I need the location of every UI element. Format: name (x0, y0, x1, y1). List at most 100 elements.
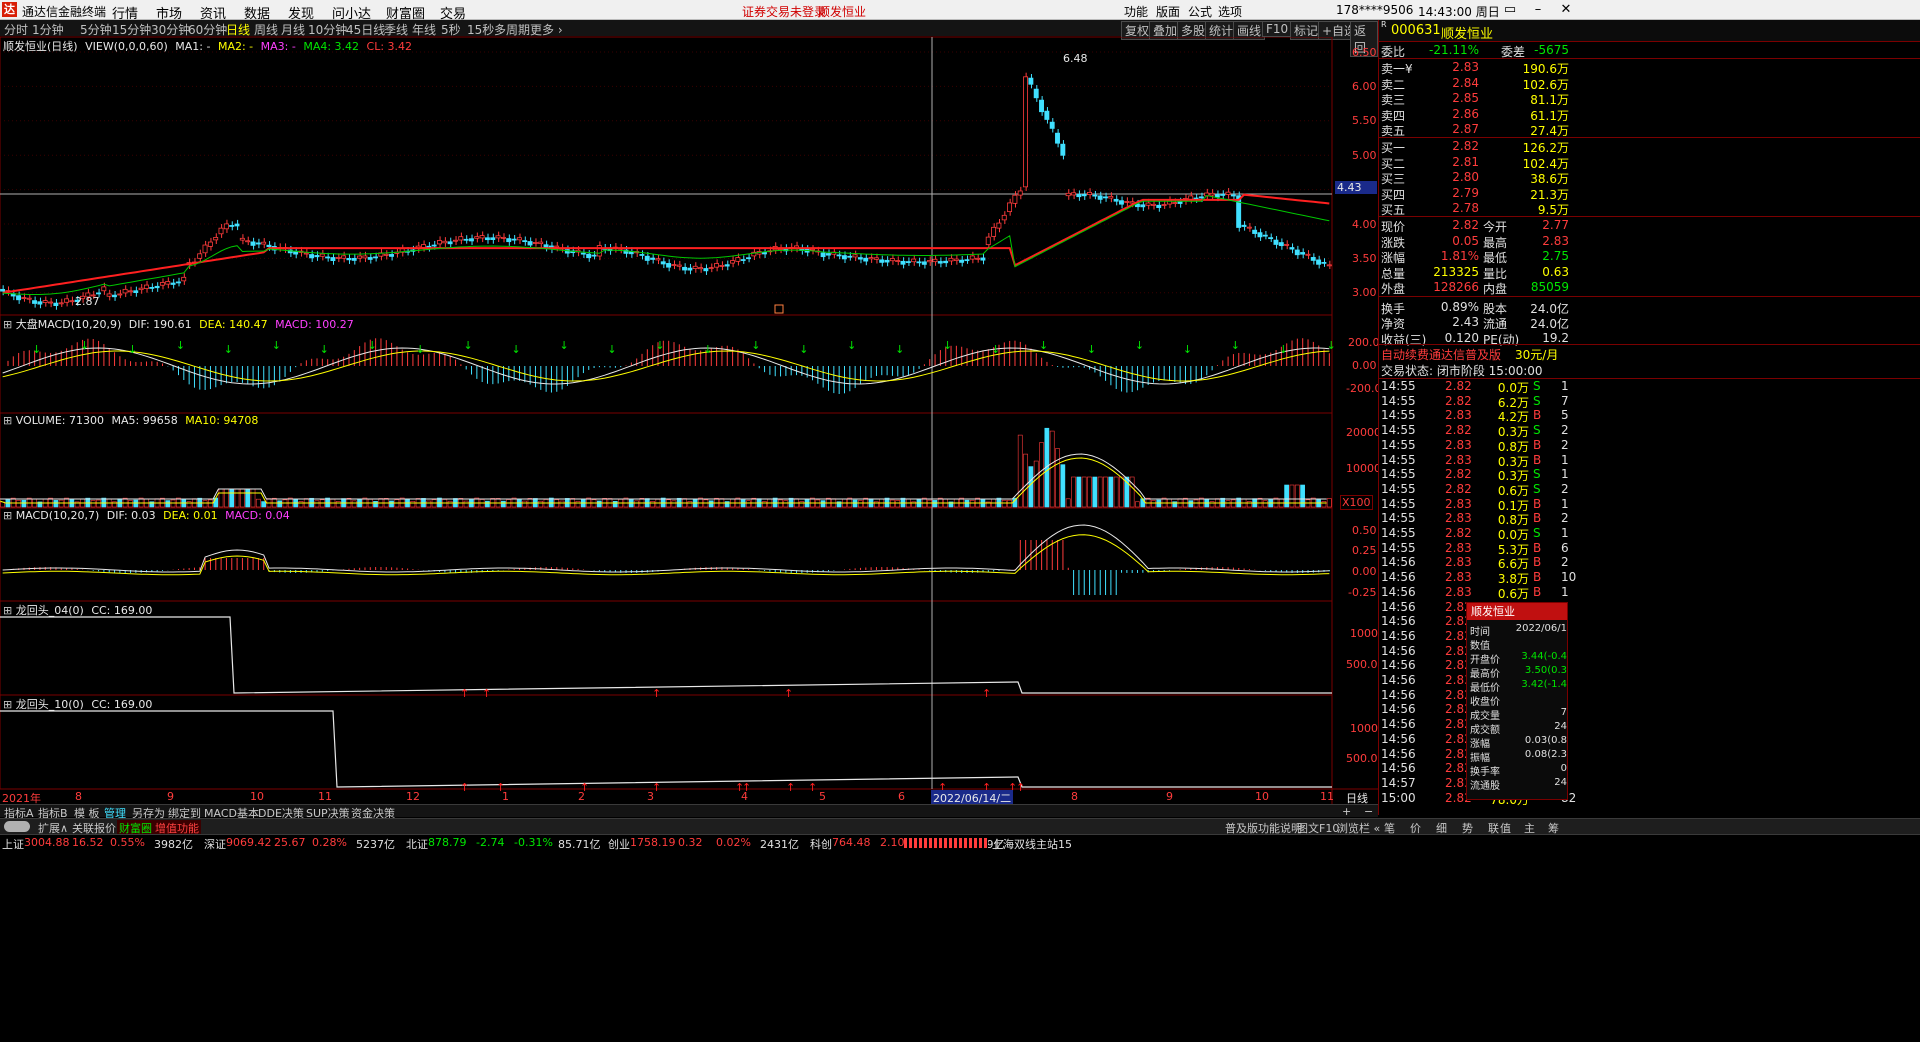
tick-row-cell: 1 (1561, 452, 1569, 467)
period-year[interactable]: 年线 (412, 21, 436, 38)
period-15sec[interactable]: 15秒 (467, 21, 494, 38)
candle-body (1326, 264, 1332, 267)
period-weekly[interactable]: 周线 (254, 21, 278, 38)
zoom-out-icon[interactable]: − (1364, 805, 1373, 818)
period-5sec[interactable]: 5秒 (441, 21, 461, 38)
candle-body (969, 255, 975, 260)
sell-arrow-icon: ↓ (368, 339, 377, 352)
f10-button[interactable]: F10 (1262, 21, 1293, 37)
candle-body (714, 263, 719, 268)
ask-row-cell: 卖四 (1381, 108, 1406, 123)
candle-body (330, 257, 336, 262)
candle-body (490, 237, 496, 240)
stat-row-cell: 19.2 (1542, 330, 1569, 345)
popup-row-label: 最低价 (1470, 683, 1500, 694)
popup-row-label: 流通股 (1470, 781, 1500, 792)
ma3-label: MA3: - (260, 40, 296, 53)
tick-row-cell: B (1533, 408, 1542, 423)
period-daily[interactable]: 日线 (226, 21, 250, 38)
popup-row: 涨幅 0.03(0.8 (1467, 735, 1569, 750)
candle-body (175, 281, 181, 284)
candle-body (538, 241, 544, 245)
candle-body (468, 238, 474, 242)
tick-row-cell: 2.83 (1445, 540, 1472, 555)
period-60min[interactable]: 60分钟 (188, 21, 227, 38)
close-icon[interactable]: ✕ (1552, 1, 1580, 19)
period-more[interactable]: 更多 › (530, 21, 563, 38)
account-id[interactable]: 178****9506 (1336, 3, 1413, 17)
tick-row-cell: 15:00 (1381, 790, 1416, 805)
candle-body (554, 245, 560, 248)
period-15min[interactable]: 15分钟 (112, 21, 151, 38)
ask-row: 卖二 2.84 102.6万 (1379, 76, 1920, 92)
period-10min[interactable]: 10分钟 (308, 21, 347, 38)
stat-row-cell: 今开 (1483, 220, 1508, 234)
tick-row-cell: 14:56 (1381, 761, 1416, 776)
tick-row-cell: S (1533, 393, 1541, 408)
tick-row-cell: 14:56 (1381, 628, 1416, 643)
period-multi[interactable]: 多周期 (494, 21, 530, 38)
volume-bar (895, 500, 901, 508)
tick-row-cell: 2.82 (1445, 481, 1472, 496)
candle-body (474, 236, 480, 239)
menu-banmian[interactable]: 版面 (1156, 3, 1180, 20)
tick-row-cell: 1 (1561, 379, 1569, 393)
candle-body (591, 254, 597, 257)
toggle-switch[interactable] (4, 821, 30, 832)
tick-row: 14:55 2.82 0.3万 S 2 (1379, 423, 1920, 439)
candle-body (1055, 132, 1060, 144)
candle-body (500, 236, 506, 239)
volume-bar (634, 500, 639, 508)
lht4-icon: ⊞ (3, 604, 13, 617)
bid-row-cell: 2.80 (1452, 170, 1479, 184)
lht4-arrow-icon: ↑ (460, 687, 469, 700)
stat-row-cell: 换手 (1381, 301, 1406, 316)
restore-icon[interactable]: ▭ (1496, 1, 1524, 19)
minimize-icon[interactable]: – (1524, 1, 1552, 19)
tick-row: 14:56 2.82 (1379, 761, 1920, 777)
period-30min[interactable]: 30分钟 (151, 21, 190, 38)
period-fenshi[interactable]: 分时 (4, 21, 28, 38)
candle-body (511, 238, 517, 241)
candle-body (463, 238, 469, 241)
period-5min[interactable]: 5分钟 (80, 21, 112, 38)
tick-row-cell: 2.82 (1445, 379, 1472, 393)
candle-body (1028, 77, 1034, 85)
volume-bar (250, 488, 256, 508)
zoom-in-icon[interactable]: + (1342, 805, 1351, 818)
period-1min[interactable]: 1分钟 (32, 21, 64, 38)
menu-gongshi[interactable]: 公式 (1188, 3, 1212, 20)
x-label: 8 (75, 790, 82, 803)
index-2-cell: 北证 (406, 838, 428, 851)
macd-dif: DIF: 0.03 (106, 509, 156, 522)
candle-body (847, 255, 853, 258)
sell-arrow-icon: ↓ (416, 343, 425, 356)
candle-body (346, 257, 352, 261)
server-label[interactable]: 上海双线主站15 (992, 836, 1072, 852)
volume-bar (314, 500, 320, 508)
stat-row-cell: 流通 (1483, 317, 1508, 331)
lht10-line (0, 710, 1332, 788)
popup-row-value: 24 (1554, 777, 1567, 788)
kline-chart-area[interactable]: ↓ ↓ ↓ ↓ ↓ ↓ ↓ ↓ ↓ ↓ ↓ ↓ ↓ ↓ ↓ ↓ ↓ ↓ ↓ ↓ ↓ ↓ ↓ ↓ ↓ ↓ ↓ ↓ ↑ ↑ ↑ ↑ ↑ ↑ ↑ ↑ ↑ ↑ ↑ ↑… (0, 37, 1381, 806)
period-quarter[interactable]: 季线 (384, 21, 408, 38)
menu-xuanxiang[interactable]: 选项 (1218, 3, 1242, 20)
bid-row-cell: 买四 (1381, 187, 1406, 202)
volume-tick: 20000 (1346, 426, 1381, 439)
tick-row-cell: 5 (1561, 408, 1569, 423)
volume-bar (261, 501, 266, 508)
period-monthly[interactable]: 月线 (281, 21, 305, 38)
candle-body (762, 252, 767, 255)
tick-row-cell: B (1533, 452, 1542, 467)
period-45day[interactable]: 45日线 (346, 21, 385, 38)
tick-row-cell: 14:55 (1381, 393, 1416, 408)
menu-gongneng[interactable]: 功能 (1124, 3, 1148, 20)
volume-title: VOLUME: 71300 (15, 414, 104, 427)
candle-body (159, 282, 165, 286)
macd-pane-legend: ⊞ MACD(10,20,7) DIF: 0.03 DEA: 0.01 MACD… (3, 509, 290, 522)
stat-row: 总量 213325 量比 0.63 (1379, 265, 1920, 281)
macd-macd: MACD: 0.04 (225, 509, 290, 522)
login-warning[interactable]: 证券交易未登录 (742, 3, 826, 20)
macd-dea: DEA: 0.01 (163, 509, 218, 522)
tick-row: 14:55 2.83 0.8万 B 2 (1379, 438, 1920, 454)
